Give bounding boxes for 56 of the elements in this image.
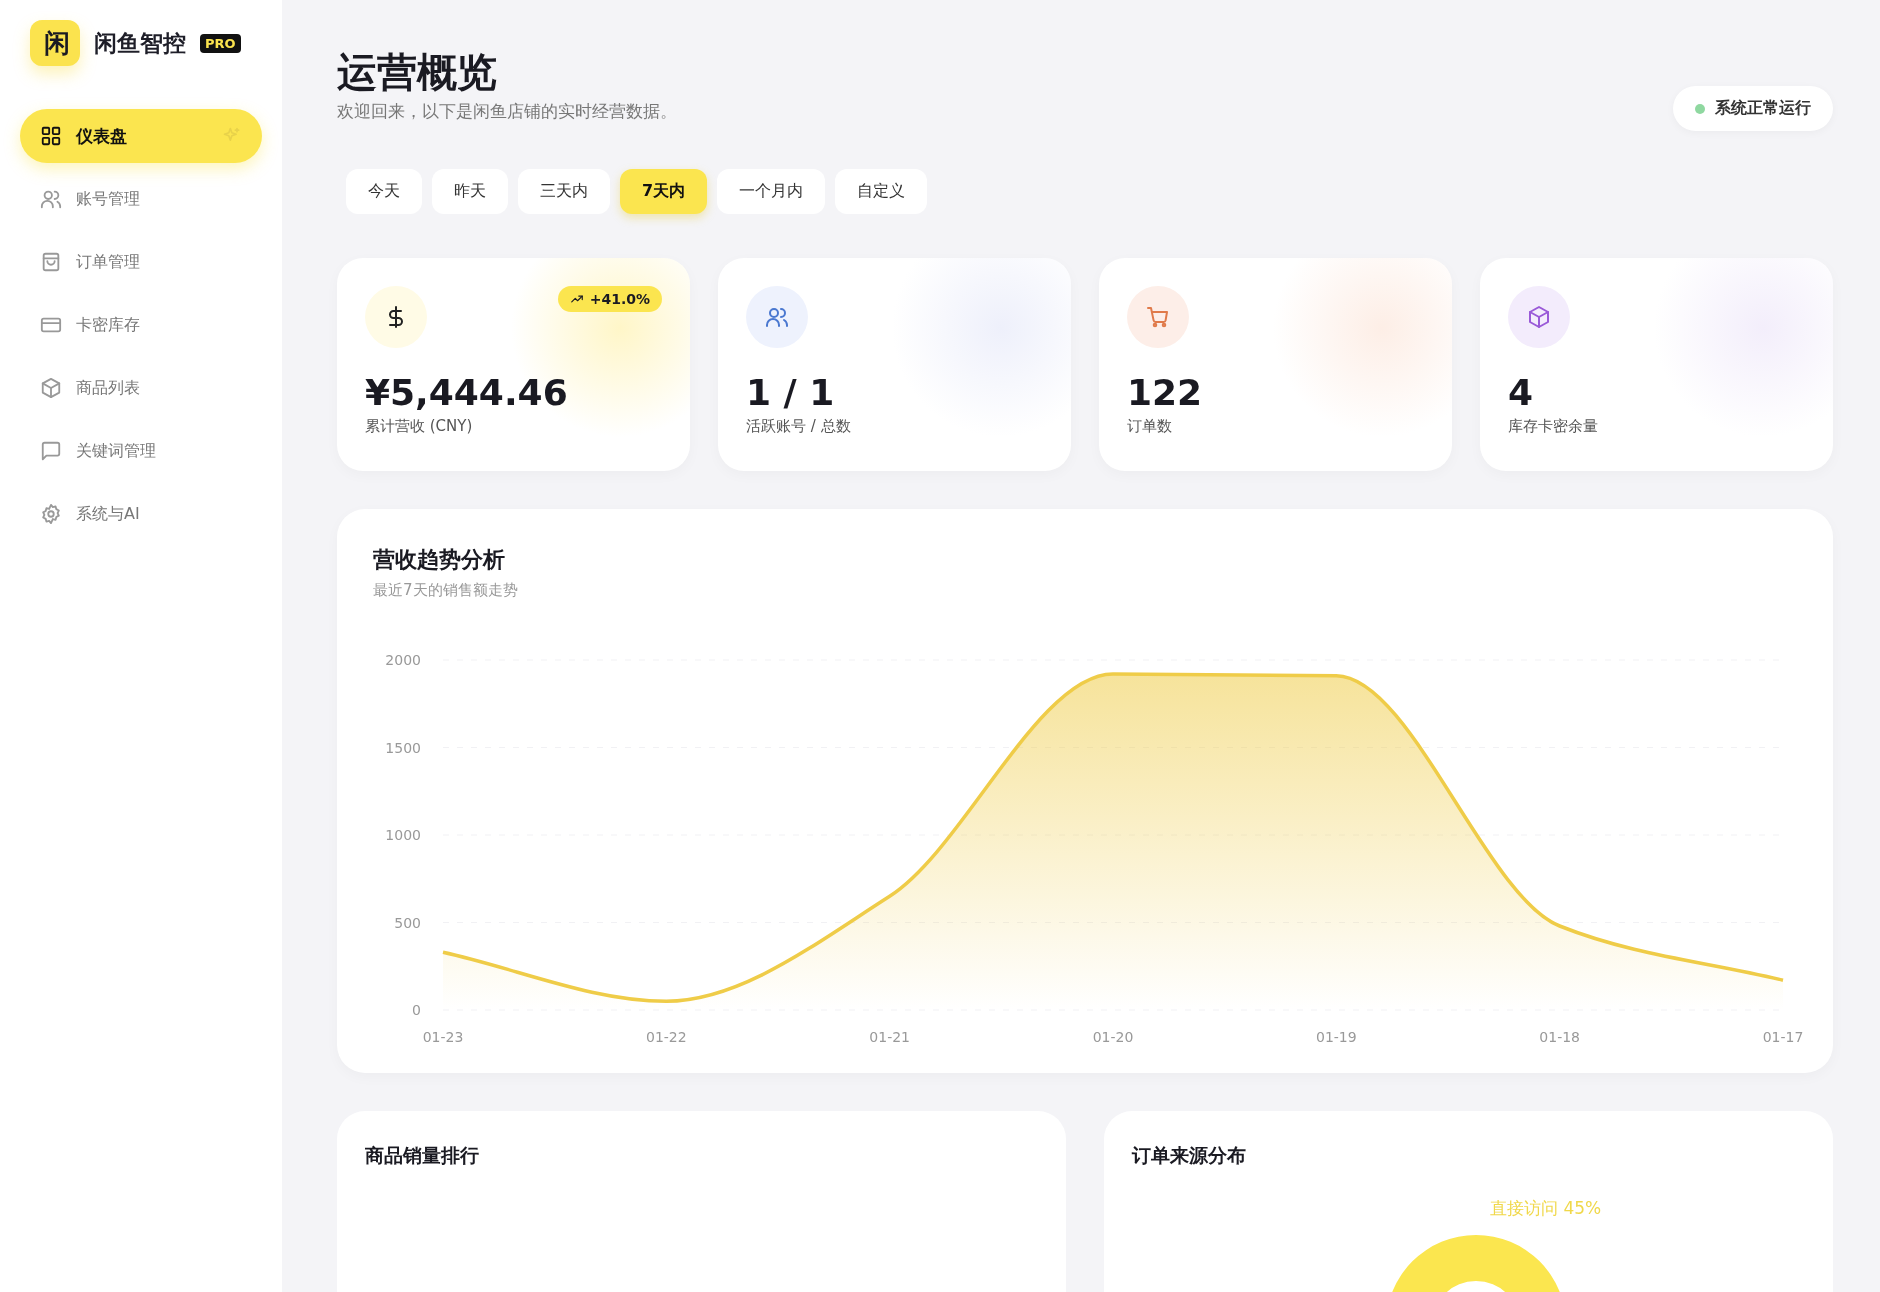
nav-item[interactable]: 订单管理 xyxy=(20,235,262,289)
nav-item[interactable]: 卡密库存 xyxy=(20,298,262,352)
x-axis-label: 01-18 xyxy=(1539,1029,1580,1045)
page-subtitle: 欢迎回来，以下是闲鱼店铺的实时经营数据。 xyxy=(337,100,677,123)
stat-value: ¥5,444.46 xyxy=(365,372,569,413)
box-icon xyxy=(40,377,62,399)
stat-label: 累计营收 (CNY) xyxy=(365,417,474,436)
x-axis-label: 01-17 xyxy=(1762,1029,1804,1045)
y-axis-label: 0 xyxy=(412,1002,421,1018)
stat-value: 4 xyxy=(1508,372,1535,413)
nav-item[interactable]: 关键词管理 xyxy=(20,424,262,478)
range-tab[interactable]: 一个月内 xyxy=(717,169,826,214)
shopping-bag-icon xyxy=(40,251,62,273)
nav-item[interactable]: 仪表盘 xyxy=(20,109,262,163)
users-icon xyxy=(765,305,789,329)
slice-label: 直接访问 45% xyxy=(1490,1197,1602,1220)
trend-up-icon xyxy=(569,292,584,306)
range-tab[interactable]: 自定义 xyxy=(835,169,928,214)
pro-badge: PRO xyxy=(200,33,241,53)
x-axis-label: 01-19 xyxy=(1316,1029,1357,1045)
settings-icon xyxy=(40,503,62,525)
y-axis-label: 500 xyxy=(394,914,421,931)
brand-name: 闲鱼智控 xyxy=(94,28,186,58)
chart-title: 营收趋势分析 xyxy=(373,546,506,574)
nav-item[interactable]: 账号管理 xyxy=(20,172,262,226)
stat-value: 122 xyxy=(1127,372,1204,413)
grid-icon xyxy=(40,125,62,147)
trend-badge: +41.0% xyxy=(557,286,662,312)
y-axis-label: 2000 xyxy=(385,652,421,668)
x-axis-label: 01-23 xyxy=(422,1029,464,1045)
y-axis-label: 1500 xyxy=(385,739,421,756)
chat-icon xyxy=(40,440,62,462)
nav-item[interactable]: 系统与AI xyxy=(20,487,262,541)
cube-icon xyxy=(1527,305,1551,329)
x-axis-label: 01-21 xyxy=(869,1029,910,1045)
range-tab[interactable]: 今天 xyxy=(346,169,422,214)
range-tab[interactable]: 昨天 xyxy=(432,169,508,214)
chart-subtitle: 最近7天的销售额走势 xyxy=(373,581,519,600)
stat-label: 活跃账号 / 总数 xyxy=(746,417,852,436)
x-axis-label: 01-20 xyxy=(1092,1029,1134,1045)
card-title: 订单来源分布 xyxy=(1132,1143,1247,1168)
logo: 闲 xyxy=(30,20,80,66)
card-title: 商品销量排行 xyxy=(365,1143,480,1168)
stat-value: 1 / 1 xyxy=(746,372,836,413)
stat-label: 库存卡密余量 xyxy=(1508,417,1599,436)
users-icon xyxy=(40,188,62,210)
status-dot xyxy=(1695,103,1705,114)
cart-icon xyxy=(1146,305,1170,329)
range-tab[interactable]: 三天内 xyxy=(518,169,610,214)
y-axis-label: 1000 xyxy=(385,827,421,843)
status-text: 系统正常运行 xyxy=(1715,98,1811,119)
page-title: 运营概览 xyxy=(337,48,498,96)
stat-label: 订单数 xyxy=(1127,417,1173,436)
nav-item[interactable]: 商品列表 xyxy=(20,361,262,415)
range-tab[interactable]: 7天内 xyxy=(620,169,708,214)
x-axis-label: 01-22 xyxy=(646,1029,687,1045)
